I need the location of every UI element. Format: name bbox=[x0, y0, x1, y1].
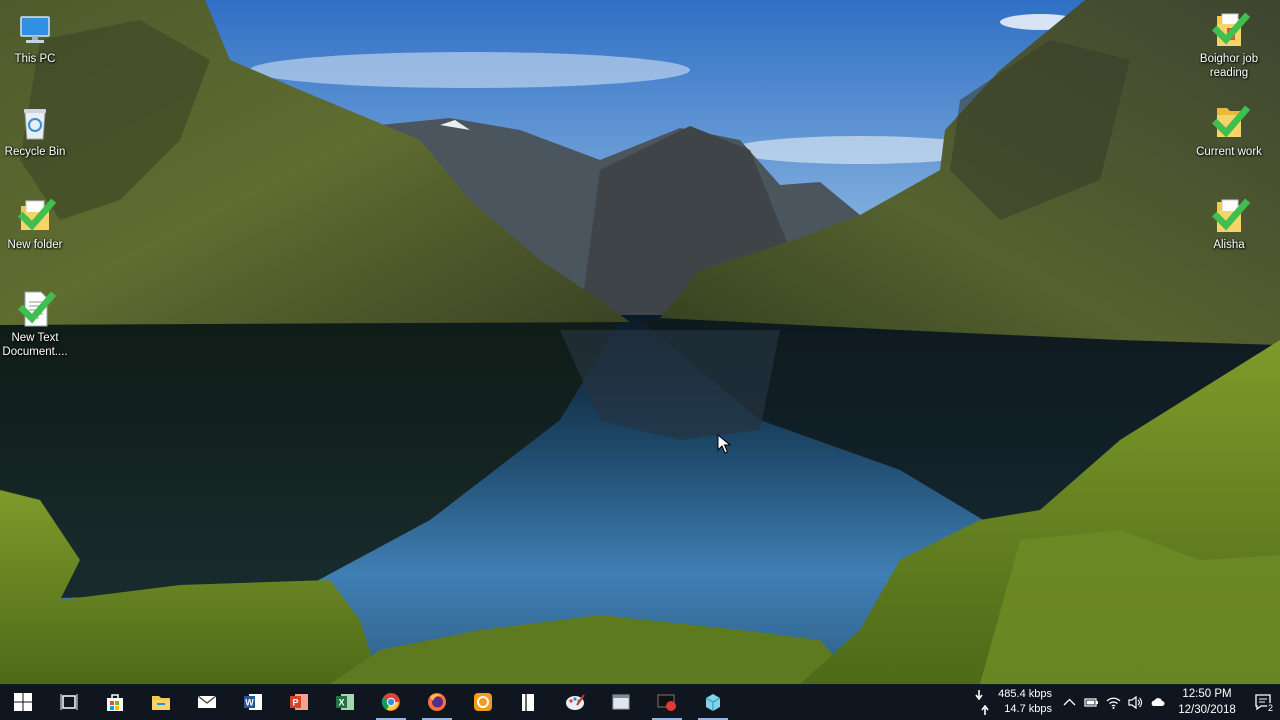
desktop-icon-label: New folder bbox=[7, 239, 63, 251]
taskbar-cube-app-button[interactable] bbox=[690, 684, 736, 720]
book-icon bbox=[522, 694, 534, 711]
desktop-icon-boighor-job-reading[interactable]: Boighor job reading bbox=[1193, 10, 1265, 80]
orange-app-icon bbox=[474, 693, 492, 711]
onedrive-button[interactable] bbox=[1146, 684, 1168, 720]
desktop-icon-recycle-bin[interactable]: Recycle Bin bbox=[0, 103, 71, 159]
speaker-icon bbox=[1127, 695, 1142, 709]
taskbar-store-button[interactable] bbox=[92, 684, 138, 720]
clock-date: 12/30/2018 bbox=[1178, 704, 1236, 716]
network-speed-meter[interactable]: 485.4 kbps 14.7 kbps bbox=[974, 687, 1052, 717]
computer-icon bbox=[15, 10, 55, 50]
desktop-icon-label: Recycle Bin bbox=[4, 146, 66, 158]
start-button[interactable] bbox=[0, 684, 46, 720]
paint-icon bbox=[566, 694, 585, 710]
desktop-icon-label: Boighor job reading bbox=[1199, 53, 1259, 79]
folder-icon bbox=[15, 196, 57, 236]
store-icon bbox=[107, 694, 123, 711]
sync-check-icon bbox=[1211, 12, 1251, 45]
svg-text:W: W bbox=[245, 698, 254, 708]
upload-arrow-icon bbox=[981, 704, 989, 715]
taskbar-window-app-button[interactable] bbox=[598, 684, 644, 720]
sync-check-icon bbox=[17, 291, 57, 324]
task-view-button[interactable] bbox=[46, 684, 92, 720]
svg-text:P: P bbox=[292, 698, 298, 708]
word-icon: W bbox=[244, 694, 262, 710]
upload-speed: 14.7 kbps bbox=[1004, 703, 1052, 715]
taskbar: W P X 485.4 kbps 14.7 kbps 12:50 PM 12/3… bbox=[0, 684, 1280, 720]
wifi-button[interactable] bbox=[1102, 684, 1124, 720]
window-app-icon bbox=[612, 694, 630, 710]
taskbar-paint-button[interactable] bbox=[552, 684, 598, 720]
cube-app-icon bbox=[705, 694, 721, 711]
desktop-icon-this-pc[interactable]: This PC bbox=[0, 10, 71, 66]
desktop-icon-label: Current work bbox=[1196, 146, 1262, 158]
text-document-icon bbox=[15, 289, 57, 329]
taskbar-clock[interactable]: 12:50 PM 12/30/2018 bbox=[1174, 686, 1240, 718]
desktop-icon-alisha[interactable]: Alisha bbox=[1193, 196, 1265, 252]
sync-check-icon bbox=[17, 198, 57, 231]
cloud-icon bbox=[1151, 697, 1164, 706]
excel-icon: X bbox=[336, 694, 354, 710]
desktop-icon-new-text-document[interactable]: New Text Document.... bbox=[0, 289, 71, 359]
screen-recorder-icon bbox=[657, 694, 676, 711]
sync-check-icon bbox=[1211, 105, 1251, 138]
windows-logo-icon bbox=[14, 693, 32, 711]
taskbar-reader-button[interactable] bbox=[506, 684, 552, 720]
desktop-wallpaper bbox=[0, 0, 1280, 685]
task-view-icon bbox=[60, 694, 78, 710]
folder-icon bbox=[1209, 10, 1251, 50]
svg-text:X: X bbox=[338, 698, 344, 708]
download-speed: 485.4 kbps bbox=[998, 688, 1052, 700]
taskbar-word-button[interactable]: W bbox=[230, 684, 276, 720]
mail-icon bbox=[197, 695, 217, 708]
battery-button[interactable] bbox=[1080, 684, 1102, 720]
mouse-cursor-icon bbox=[717, 434, 731, 454]
chevron-up-icon bbox=[1063, 698, 1075, 705]
taskbar-chrome-button[interactable] bbox=[368, 684, 414, 720]
desktop-icon-label: Alisha bbox=[1213, 239, 1245, 251]
file-explorer-icon bbox=[152, 696, 170, 710]
volume-button[interactable] bbox=[1124, 684, 1146, 720]
taskbar-excel-button[interactable]: X bbox=[322, 684, 368, 720]
taskbar-file-explorer-button[interactable] bbox=[138, 684, 184, 720]
taskbar-firefox-button[interactable] bbox=[414, 684, 460, 720]
recycle-bin-icon bbox=[15, 103, 55, 143]
wifi-icon bbox=[1106, 697, 1120, 709]
powerpoint-icon: P bbox=[290, 694, 308, 710]
taskbar-powerpoint-button[interactable]: P bbox=[276, 684, 322, 720]
taskbar-mail-button[interactable] bbox=[184, 684, 230, 720]
show-hidden-icons-button[interactable] bbox=[1058, 684, 1080, 720]
taskbar-orange-app-button[interactable] bbox=[460, 684, 506, 720]
firefox-icon bbox=[428, 693, 446, 711]
taskbar-screen-recorder-button[interactable] bbox=[644, 684, 690, 720]
action-center-button[interactable]: 2 bbox=[1246, 684, 1280, 720]
sync-check-icon bbox=[1211, 198, 1251, 231]
notification-count-badge: 2 bbox=[1266, 703, 1274, 713]
desktop-icon-label: This PC bbox=[14, 53, 56, 65]
folder-icon bbox=[1209, 196, 1251, 236]
desktop-icon-new-folder[interactable]: New folder bbox=[0, 196, 71, 252]
desktop-icon-label: New Text Document.... bbox=[2, 332, 68, 358]
desktop-icon-current-work[interactable]: Current work bbox=[1193, 103, 1265, 159]
folder-icon bbox=[1209, 103, 1251, 143]
download-arrow-icon bbox=[975, 689, 983, 700]
chrome-icon bbox=[381, 693, 400, 711]
clock-time: 12:50 PM bbox=[1182, 688, 1232, 700]
system-tray: 485.4 kbps 14.7 kbps 12:50 PM 12/30/2018 bbox=[974, 684, 1280, 720]
battery-icon bbox=[1083, 697, 1098, 707]
